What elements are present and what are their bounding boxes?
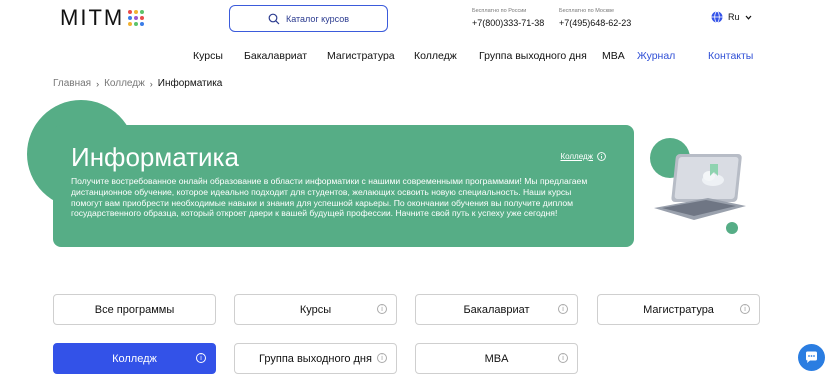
filter-college[interactable]: Колледж i: [53, 343, 216, 374]
chevron-right-icon: ›: [96, 78, 100, 89]
filter-mba[interactable]: MBA i: [415, 343, 578, 374]
hero-college-link[interactable]: Колледж: [560, 152, 606, 161]
filter-bachelor[interactable]: Бакалавриат i: [415, 294, 578, 325]
hero-banner: Информатика Получите востребованное онла…: [53, 125, 634, 247]
info-icon[interactable]: i: [196, 353, 206, 363]
language-label: Ru: [728, 12, 740, 22]
logo-dot: [134, 10, 139, 14]
chat-icon: [806, 351, 817, 363]
breadcrumb: Главная › Колледж › Информатика: [53, 78, 222, 89]
phone-moscow[interactable]: Бесплатно по Москве +7(495)648-62-23: [559, 8, 631, 28]
chevron-down-icon: [745, 15, 751, 20]
filter-courses[interactable]: Курсы i: [234, 294, 397, 325]
logo-dot: [128, 22, 133, 26]
filter-all-programs[interactable]: Все программы: [53, 294, 216, 325]
catalog-search-button[interactable]: Каталог курсов: [229, 5, 388, 32]
phone-number[interactable]: +7(800)333-71-38: [472, 18, 544, 28]
nav-journal[interactable]: Журнал: [637, 50, 675, 62]
phone-number[interactable]: +7(495)648-62-23: [559, 18, 631, 28]
filter-label: Магистратура: [643, 303, 714, 316]
info-icon[interactable]: i: [377, 304, 387, 314]
logo-dot: [134, 16, 139, 20]
logo-dot: [140, 22, 145, 26]
hero-description: Получите востребованное онлайн образован…: [71, 176, 588, 219]
breadcrumb-current: Информатика: [157, 78, 223, 89]
nav-mba[interactable]: MBA: [602, 50, 625, 62]
info-icon[interactable]: i: [558, 304, 568, 314]
breadcrumb-home[interactable]: Главная: [53, 78, 91, 89]
globe-icon: [711, 11, 723, 23]
filter-label: Колледж: [112, 352, 157, 365]
filter-master[interactable]: Магистратура i: [597, 294, 760, 325]
nav-courses[interactable]: Курсы: [193, 50, 223, 62]
nav-master[interactable]: Магистратура: [327, 50, 395, 62]
logo-dot: [140, 10, 145, 14]
search-icon: [268, 13, 280, 24]
nav-bachelor[interactable]: Бакалавриат: [244, 50, 307, 62]
phone-caption: Бесплатно по Москве: [559, 8, 615, 14]
chevron-right-icon: ›: [149, 78, 153, 89]
phone-russia[interactable]: Бесплатно по России +7(800)333-71-38: [472, 8, 544, 28]
laptop-illustration: [650, 138, 746, 234]
info-icon[interactable]: i: [558, 353, 568, 363]
logo-dot: [128, 16, 133, 20]
language-selector[interactable]: Ru: [711, 11, 752, 23]
filter-label: MBA: [484, 352, 509, 365]
filter-label: Бакалавриат: [463, 303, 530, 316]
page-title: Информатика: [71, 142, 239, 172]
logo[interactable]: MITM: [60, 5, 145, 30]
logo-text: MITM: [60, 5, 125, 30]
logo-dot: [128, 10, 133, 14]
breadcrumb-college[interactable]: Колледж: [104, 78, 145, 89]
filter-label: Все программы: [94, 303, 175, 316]
logo-dot: [134, 22, 139, 26]
main-nav: Курсы Бакалавриат Магистратура Колледж Г…: [0, 50, 832, 64]
filter-label: Группа выходного дня: [259, 352, 372, 365]
logo-dots: [128, 10, 145, 26]
filter-weekend-group[interactable]: Группа выходного дня i: [234, 343, 397, 374]
hero-link-label: Колледж: [560, 152, 593, 161]
nav-weekend-group[interactable]: Группа выходного дня: [479, 50, 587, 62]
chat-widget-button[interactable]: [798, 344, 825, 371]
nav-contacts[interactable]: Контакты: [708, 50, 753, 62]
info-icon: [597, 152, 606, 161]
phone-caption: Бесплатно по России: [472, 8, 527, 14]
search-label: Каталог курсов: [285, 13, 350, 24]
logo-dot: [140, 16, 145, 20]
info-icon[interactable]: i: [740, 304, 750, 314]
nav-college[interactable]: Колледж: [414, 50, 457, 62]
info-icon[interactable]: i: [377, 353, 387, 363]
filter-label: Курсы: [299, 303, 332, 316]
